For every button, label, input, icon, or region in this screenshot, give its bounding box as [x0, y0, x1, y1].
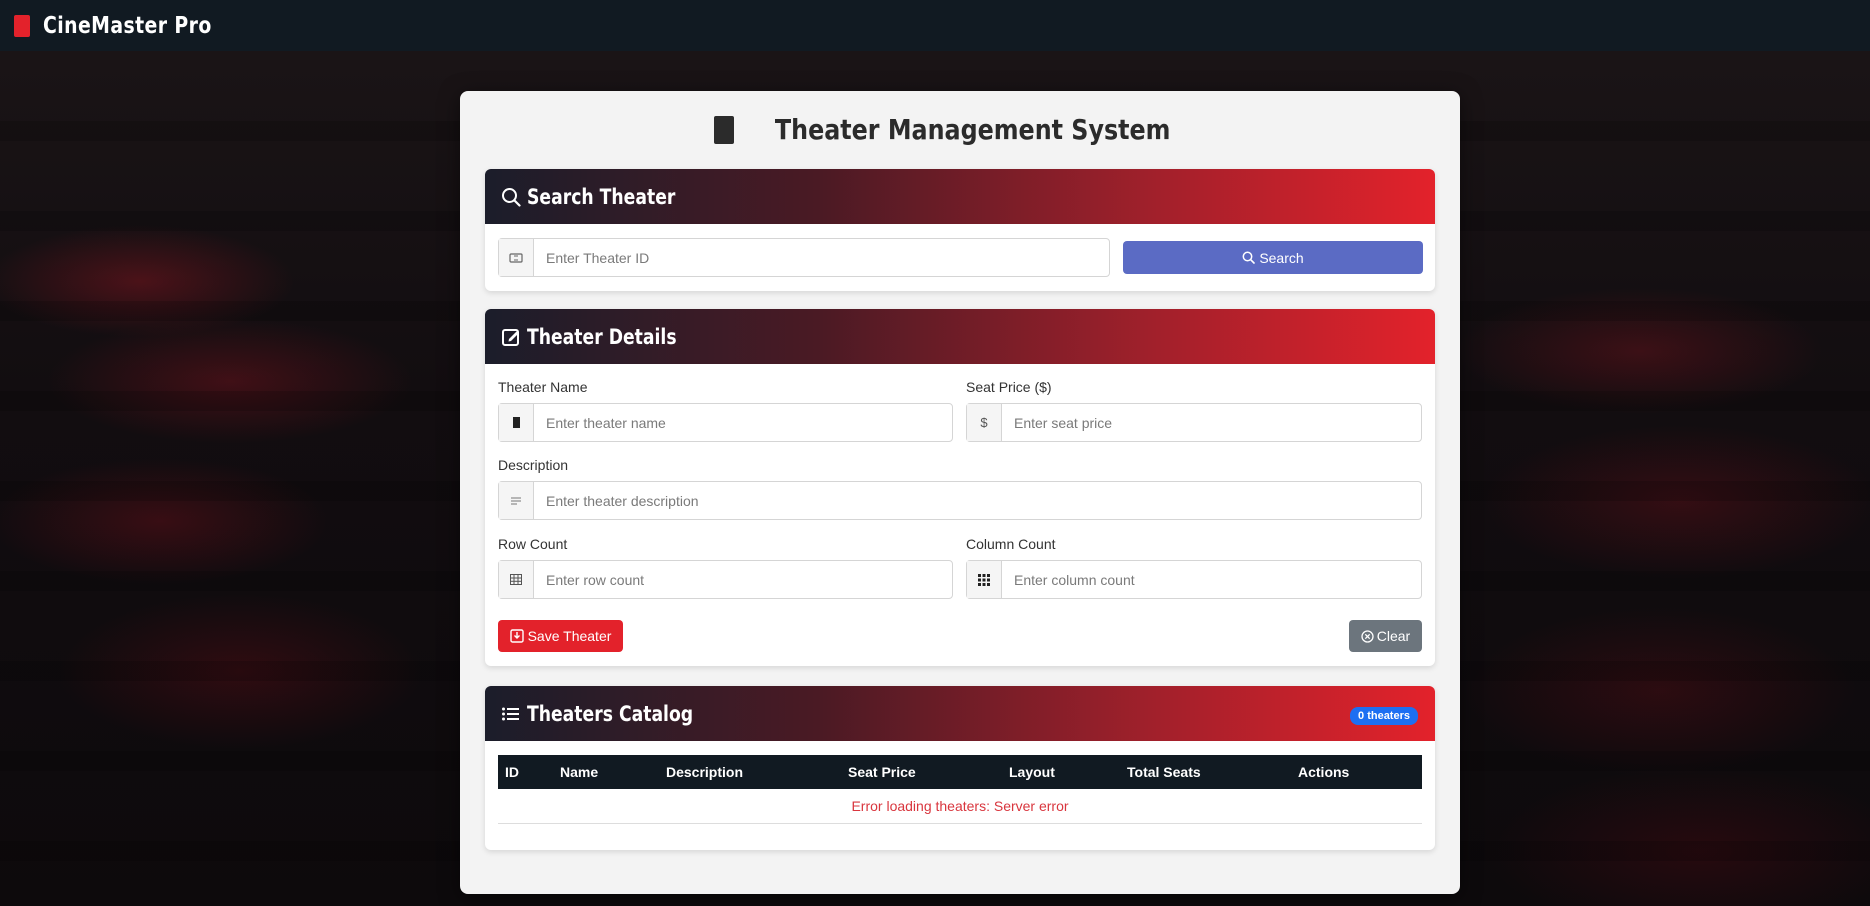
theaters-catalog-card: Theaters Catalog 0 theaters ID Name Desc… — [485, 686, 1435, 850]
column-header-actions: Actions — [1291, 755, 1422, 789]
theater-name-input-group — [498, 403, 953, 442]
theater-id-input[interactable] — [534, 239, 1109, 276]
description-label: Description — [498, 457, 569, 473]
column-header-name: Name — [553, 755, 659, 789]
theater-name-input[interactable] — [534, 404, 952, 441]
page-title-text: Theater Management System — [775, 113, 1171, 146]
clear-button-label: Clear — [1376, 628, 1411, 644]
page-title: Theater Management System — [460, 113, 1460, 146]
search-icon — [501, 186, 523, 208]
column-count-input-group — [966, 560, 1422, 599]
search-icon — [1242, 251, 1256, 264]
theater-count-badge: 0 theaters — [1350, 707, 1418, 725]
catalog-card-header: Theaters Catalog 0 theaters — [485, 686, 1435, 741]
save-theater-button[interactable]: Save Theater — [498, 620, 623, 652]
theater-name-label: Theater Name — [498, 379, 588, 395]
search-button[interactable]: Search — [1123, 241, 1423, 274]
column-header-seat-price: Seat Price — [841, 755, 1002, 789]
save-button-label: Save Theater — [527, 628, 612, 644]
catalog-card-title: Theaters Catalog — [527, 701, 694, 726]
column-count-label: Column Count — [966, 536, 1056, 552]
table-row: Error loading theaters: Server error — [498, 789, 1422, 824]
column-header-layout: Layout — [1002, 755, 1120, 789]
table-header-row: ID Name Description Seat Price Layout To… — [498, 755, 1422, 789]
column-header-id: ID — [498, 755, 553, 789]
theaters-table: ID Name Description Seat Price Layout To… — [498, 755, 1422, 824]
film-icon — [14, 14, 30, 37]
ticket-icon — [499, 239, 534, 276]
film-icon — [714, 115, 735, 144]
column-header-description: Description — [659, 755, 841, 789]
text-lines-icon — [499, 482, 534, 519]
seat-price-input[interactable] — [1002, 404, 1421, 441]
details-card-title: Theater Details — [527, 324, 677, 349]
app-brand[interactable]: CineMaster Pro — [43, 13, 212, 39]
details-card-header: Theater Details — [485, 309, 1435, 364]
search-theater-card: Search Theater Search — [485, 169, 1435, 291]
search-card-header: Search Theater — [485, 169, 1435, 224]
save-icon — [509, 629, 524, 643]
row-count-input[interactable] — [534, 561, 952, 598]
column-count-input[interactable] — [1002, 561, 1421, 598]
search-card-title: Search Theater — [527, 184, 676, 209]
error-message: Error loading theaters: Server error — [498, 789, 1422, 824]
dollar-icon: $ — [967, 404, 1002, 441]
grid-icon — [967, 561, 1002, 598]
row-count-input-group — [498, 560, 953, 599]
description-input-group — [498, 481, 1422, 520]
theater-details-card: Theater Details Theater Name Seat Price … — [485, 309, 1435, 666]
column-header-total-seats: Total Seats — [1120, 755, 1291, 789]
row-count-label: Row Count — [498, 536, 568, 552]
seat-price-input-group: $ — [966, 403, 1422, 442]
clear-button[interactable]: Clear — [1349, 620, 1422, 652]
list-icon — [501, 703, 523, 725]
search-button-label: Search — [1259, 249, 1304, 266]
grid-rows-icon — [499, 561, 534, 598]
theater-id-input-group — [498, 238, 1110, 277]
close-circle-icon — [1361, 629, 1374, 643]
main-panel: Theater Management System Search Theater… — [460, 91, 1460, 894]
description-input[interactable] — [534, 482, 1421, 519]
edit-icon — [501, 326, 523, 348]
seat-price-label: Seat Price ($) — [966, 379, 1052, 395]
film-icon — [499, 404, 534, 441]
navbar: CineMaster Pro — [0, 0, 1870, 51]
